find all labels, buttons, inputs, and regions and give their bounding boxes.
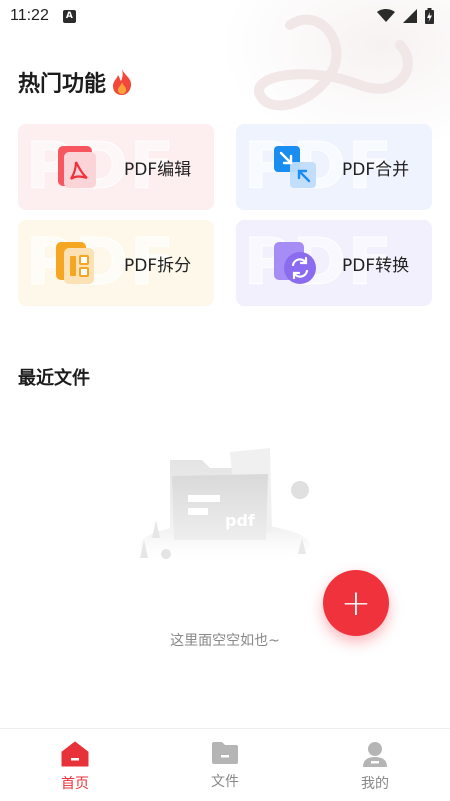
nav-label: 首页	[61, 776, 89, 792]
nav-label: 我的	[361, 776, 389, 792]
status-bar: 11:22 A	[0, 0, 450, 32]
folder-icon	[212, 742, 238, 764]
add-file-button[interactable]: +	[323, 570, 389, 636]
feature-label: PDF拆分	[124, 255, 192, 276]
pdf-merge-icon	[272, 144, 318, 190]
bottom-nav: 首页 文件 我的	[0, 728, 450, 801]
nav-item-home[interactable]: 首页	[0, 729, 150, 801]
empty-state-text: 这里面空空如也~	[170, 633, 280, 649]
hot-features-title: 热门功能	[18, 66, 134, 98]
feature-card-pdf-split[interactable]: PDF PDF拆分	[18, 220, 214, 306]
recent-files-title: 最近文件	[18, 368, 90, 389]
flame-icon	[113, 69, 132, 95]
feature-card-pdf-merge[interactable]: PDF PDF合并	[236, 124, 432, 210]
feature-label: PDF合并	[342, 159, 410, 180]
status-time: 11:22	[10, 7, 49, 24]
profile-icon	[363, 742, 387, 767]
wifi-icon	[377, 9, 395, 22]
empty-state-illustration: pdf	[130, 440, 320, 580]
nav-label: 文件	[211, 774, 239, 790]
feature-label: PDF转换	[342, 255, 410, 276]
pdf-convert-icon	[272, 240, 318, 286]
plus-icon: +	[340, 582, 372, 624]
pdf-edit-icon	[54, 144, 100, 190]
feature-card-pdf-convert[interactable]: PDF PDF转换	[236, 220, 432, 306]
a-letter-icon: A	[62, 9, 76, 23]
nav-item-files[interactable]: 文件	[150, 729, 300, 801]
feature-card-pdf-edit[interactable]: PDF PDF编辑	[18, 124, 214, 210]
feature-label: PDF编辑	[124, 159, 192, 180]
pdf-split-icon	[54, 240, 100, 286]
signal-icon	[403, 9, 417, 23]
hot-features-label: 热门功能	[18, 72, 107, 97]
home-icon	[61, 741, 89, 767]
status-icons	[377, 8, 434, 24]
illustration-pdf-text: pdf	[225, 511, 256, 530]
battery-charging-icon	[425, 8, 434, 24]
nav-item-profile[interactable]: 我的	[300, 729, 450, 801]
